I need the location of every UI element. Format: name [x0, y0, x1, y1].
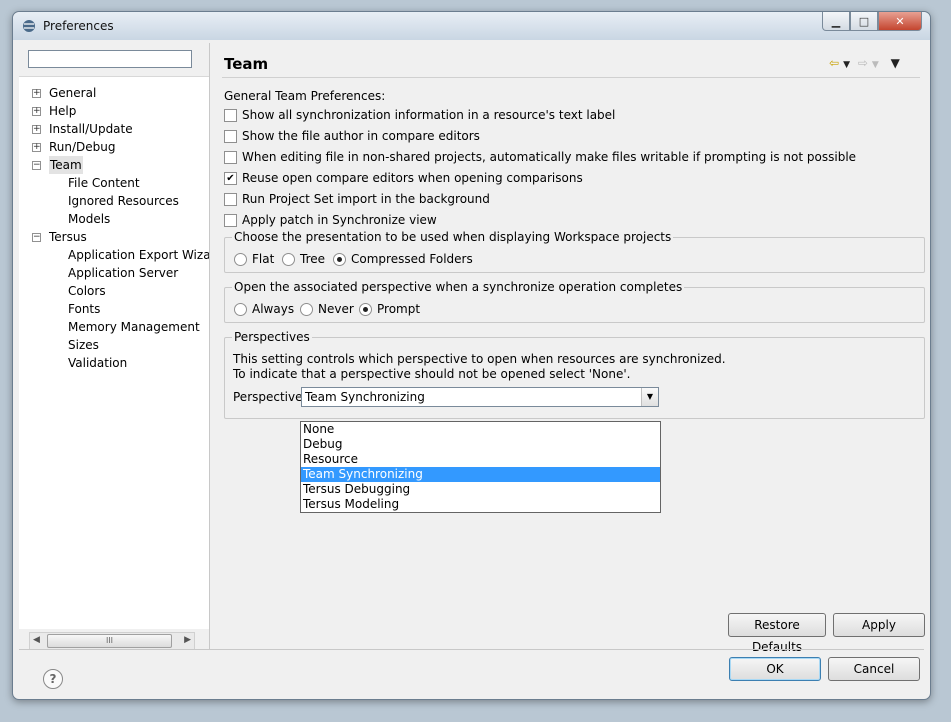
radio-label: Tree: [300, 252, 326, 266]
checkbox-box[interactable]: [224, 109, 237, 122]
tree-item-label: Memory Management: [68, 320, 200, 334]
page-title: Team: [224, 55, 269, 73]
scroll-left-icon[interactable]: ◀: [33, 635, 40, 645]
option-none[interactable]: None: [301, 422, 660, 437]
back-history-icon[interactable]: ▼: [843, 60, 850, 70]
forward-arrow-icon[interactable]: ⇨: [858, 56, 868, 70]
tree-item-label: Help: [49, 104, 77, 118]
collapse-icon[interactable]: −: [32, 161, 41, 170]
help-icon[interactable]: ?: [43, 669, 63, 689]
tree-horizontal-scrollbar[interactable]: ◀ III ▶: [29, 632, 195, 650]
title-separator: [222, 77, 920, 78]
scroll-thumb[interactable]: III: [47, 634, 172, 648]
page-navigation: ⇦ ▼ ⇨ ▼ ▼: [829, 56, 904, 70]
radio-circle[interactable]: [234, 253, 247, 266]
radio-circle-selected[interactable]: [359, 303, 372, 316]
forward-history-icon[interactable]: ▼: [872, 60, 879, 70]
option-debug[interactable]: Debug: [301, 437, 660, 452]
group-legend: Choose the presentation to be used when …: [232, 230, 674, 244]
radio-circle-selected[interactable]: [333, 253, 346, 266]
checkbox-label: Show all synchronization information in …: [242, 108, 616, 122]
radio-circle[interactable]: [300, 303, 313, 316]
close-button[interactable]: ✕: [878, 12, 922, 31]
checkbox-label: Show the file author in compare editors: [242, 129, 480, 143]
tree-item-label: Run/Debug: [49, 140, 116, 154]
pane-splitter[interactable]: [209, 43, 210, 649]
tree-item-label: Validation: [68, 356, 128, 370]
checkbox-label: When editing file in non-shared projects…: [242, 150, 857, 164]
option-tersus-debugging[interactable]: Tersus Debugging: [301, 482, 660, 497]
expand-icon[interactable]: +: [32, 143, 41, 152]
checkbox-box-checked[interactable]: ✔: [224, 172, 237, 185]
chevron-down-icon[interactable]: ▼: [641, 388, 658, 406]
expand-icon[interactable]: +: [32, 125, 41, 134]
eclipse-app-icon: [23, 20, 35, 32]
preference-tree: + General + Help + Install/Update + Run/…: [19, 76, 211, 629]
tree-item-label: Fonts: [68, 302, 101, 316]
ok-button[interactable]: OK: [729, 657, 821, 681]
cancel-button[interactable]: Cancel: [828, 657, 920, 681]
presentation-group: Choose the presentation to be used when …: [224, 230, 925, 273]
tree-item-label: Application Export Wiza: [68, 248, 211, 262]
option-tersus-modeling[interactable]: Tersus Modeling: [301, 497, 660, 512]
restore-defaults-button[interactable]: Restore Defaults: [728, 613, 826, 654]
apply-button[interactable]: Apply: [833, 613, 925, 637]
tree-item-label: Tersus: [49, 230, 87, 244]
back-arrow-icon[interactable]: ⇦: [829, 56, 839, 70]
dialog-content: + General + Help + Install/Update + Run/…: [19, 43, 925, 693]
open-perspective-group: Open the associated perspective when a s…: [224, 280, 925, 323]
tree-item-label: General: [49, 86, 97, 100]
perspective-dropdown-list: None Debug Resource Team Synchronizing T…: [300, 421, 661, 513]
tree-item-label: File Content: [68, 176, 140, 190]
window-title: Preferences: [43, 19, 114, 33]
checkbox-label: Reuse open compare editors when opening …: [242, 171, 583, 185]
tree-item-label: Colors: [68, 284, 106, 298]
general-team-label: General Team Preferences:: [224, 89, 386, 103]
tree-item-label: Ignored Resources: [68, 194, 179, 208]
expand-icon[interactable]: +: [32, 107, 41, 116]
perspectives-group: Perspectives This setting controls which…: [224, 330, 925, 419]
checkbox-box[interactable]: [224, 151, 237, 164]
view-menu-icon[interactable]: ▼: [891, 56, 900, 70]
option-resource[interactable]: Resource: [301, 452, 660, 467]
tree-item-label: Models: [68, 212, 111, 226]
checkbox-box[interactable]: [224, 130, 237, 143]
radio-label: Never: [318, 302, 354, 316]
collapse-icon[interactable]: −: [32, 233, 41, 242]
footer-separator: [19, 649, 924, 650]
radio-label: Prompt: [377, 302, 421, 316]
option-team-synchronizing[interactable]: Team Synchronizing: [301, 467, 660, 482]
minimize-button[interactable]: ▁: [822, 12, 850, 31]
combo-value: Team Synchronizing: [305, 390, 425, 404]
perspectives-description: This setting controls which perspective …: [233, 352, 726, 366]
tree-item-label: Sizes: [68, 338, 99, 352]
group-legend: Open the associated perspective when a s…: [232, 280, 685, 294]
checkbox-box[interactable]: [224, 193, 237, 206]
preferences-window: Preferences ▁ □ ✕ + General + Help + Ins…: [12, 11, 931, 700]
title-bar: Preferences ▁ □ ✕: [13, 12, 930, 40]
radio-label: Always: [252, 302, 295, 316]
perspective-combo[interactable]: Team Synchronizing ▼: [301, 387, 659, 407]
checkbox-label: Run Project Set import in the background: [242, 192, 490, 206]
checkbox-label: Apply patch in Synchronize view: [242, 213, 437, 227]
tree-item-label: Team: [49, 156, 83, 174]
expand-icon[interactable]: +: [32, 89, 41, 98]
radio-label: Flat: [252, 252, 275, 266]
perspectives-description-none: To indicate that a perspective should no…: [233, 367, 631, 381]
group-legend: Perspectives: [232, 330, 312, 344]
tree-item-label: Install/Update: [49, 122, 133, 136]
radio-circle[interactable]: [282, 253, 295, 266]
scroll-right-icon[interactable]: ▶: [184, 635, 191, 645]
perspective-label: Perspective:: [233, 390, 307, 404]
radio-circle[interactable]: [234, 303, 247, 316]
tree-item-label: Application Server: [68, 266, 179, 280]
filter-input[interactable]: [28, 50, 192, 68]
radio-label: Compressed Folders: [351, 252, 473, 266]
maximize-button[interactable]: □: [850, 12, 878, 31]
checkbox-box[interactable]: [224, 214, 237, 227]
